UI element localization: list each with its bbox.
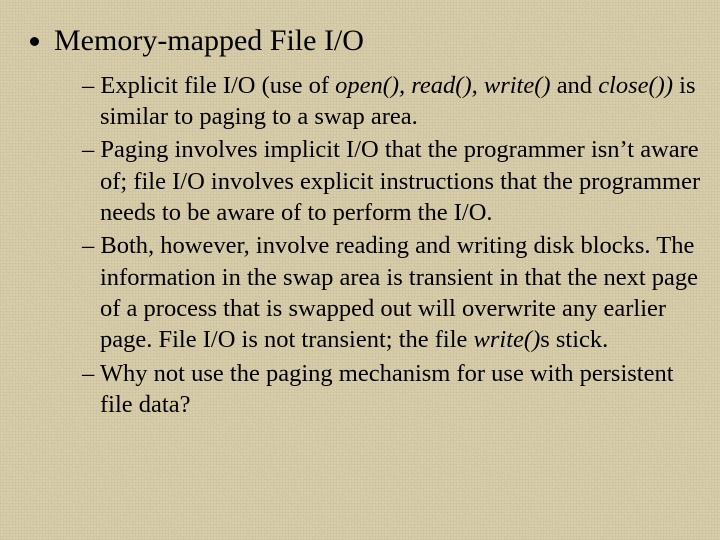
top-list: Memory-mapped File I/O Explicit file I/O…: [18, 22, 702, 420]
sub-list: Explicit file I/O (use of open(), read()…: [54, 70, 702, 421]
text: and: [557, 72, 599, 99]
slide-title: Memory-mapped File I/O: [54, 24, 364, 57]
text: Why not use the paging mechanism for use…: [100, 360, 674, 418]
top-bullet: Memory-mapped File I/O Explicit file I/O…: [54, 22, 702, 420]
sub-bullet-1: Explicit file I/O (use of open(), read()…: [82, 70, 702, 133]
text: Paging involves implicit I/O that the pr…: [100, 136, 700, 226]
italic-text: close()): [598, 72, 673, 99]
slide: Memory-mapped File I/O Explicit file I/O…: [18, 22, 702, 530]
text: s stick.: [540, 326, 608, 353]
text: Both, however, involve reading and writi…: [100, 232, 698, 353]
italic-text: write(): [474, 326, 541, 353]
sub-bullet-2: Paging involves implicit I/O that the pr…: [82, 134, 702, 228]
sub-bullet-4: Why not use the paging mechanism for use…: [82, 358, 702, 421]
sub-bullet-3: Both, however, involve reading and writi…: [82, 230, 702, 355]
italic-text: open(), read(), write(): [335, 72, 557, 99]
text: Explicit file I/O (use of: [100, 72, 335, 99]
